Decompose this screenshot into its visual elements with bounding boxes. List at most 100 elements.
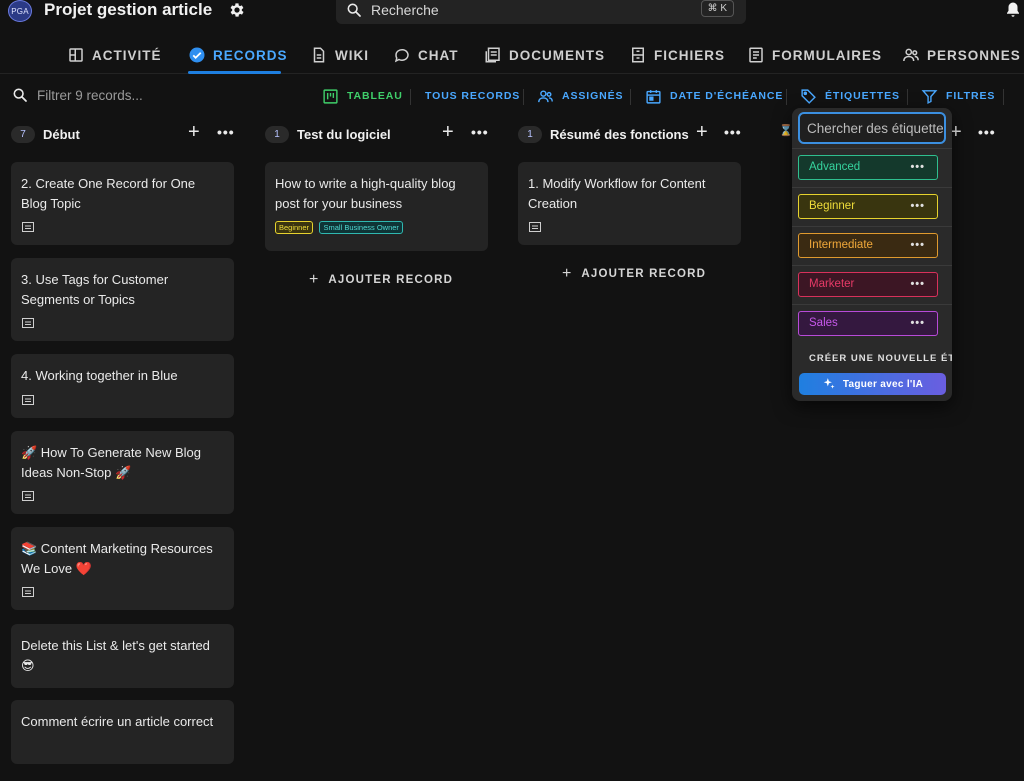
tab-records[interactable]: RECORDS: [188, 44, 288, 66]
add-record-plus-button[interactable]: +: [696, 122, 708, 142]
record-card[interactable]: 🚀 How To Generate New Blog Ideas Non-Sto…: [11, 431, 234, 514]
tab-wiki[interactable]: WIKI: [310, 44, 369, 66]
column-menu-button[interactable]: •••: [978, 122, 996, 142]
tab-label: FICHIERS: [654, 47, 726, 63]
tag-options-icon[interactable]: •••: [910, 273, 925, 295]
description-icon: [22, 222, 34, 232]
assigned-filter[interactable]: ASSIGNÉS: [537, 87, 623, 105]
tag-icon: [801, 88, 816, 104]
record-card[interactable]: 1. Modify Workflow for Content Creation: [518, 162, 741, 245]
create-tag-button[interactable]: CRÉER UNE NOUVELLE ÉTIQUETTE: [809, 353, 952, 364]
record-card[interactable]: 2. Create One Record for One Blog Topic: [11, 162, 234, 245]
filter-records-input[interactable]: Filtrer 9 records...: [37, 88, 143, 103]
record-card[interactable]: 📚 Content Marketing Resources We Love ❤️: [11, 527, 234, 610]
plus-icon: +: [562, 265, 572, 282]
toolbar-divider: [1003, 89, 1004, 105]
ai-tag-label: Taguer avec l'IA: [842, 378, 924, 390]
tags-label: ÉTIQUETTES: [825, 90, 900, 102]
tag-chip[interactable]: Beginner •••: [798, 194, 938, 219]
tag-chip: Small Business Owner: [319, 221, 403, 234]
gear-icon[interactable]: [228, 1, 246, 19]
tab-label: RECORDS: [213, 47, 288, 63]
column-header-debut: 7 Début: [11, 124, 80, 144]
toolbar-divider: [786, 89, 787, 105]
record-card[interactable]: 3. Use Tags for Customer Segments or Top…: [11, 258, 234, 341]
records-toolbar: Filtrer 9 records... TABLEAU TOUS RECORD…: [0, 78, 1024, 112]
column-header-resume-des-fonctions: 1 Résumé des fonctions: [518, 124, 689, 144]
bell-icon[interactable]: [1004, 1, 1022, 19]
chat-bubble-icon: [394, 48, 409, 63]
tag-option-advanced[interactable]: Advanced •••: [792, 148, 952, 187]
add-record-button[interactable]: + AJOUTER RECORD: [562, 265, 706, 283]
add-record-label: AJOUTER RECORD: [328, 274, 454, 286]
tag-label: Sales: [809, 317, 838, 329]
tab-activite[interactable]: ACTIVITÉ: [67, 44, 162, 66]
tab-chat[interactable]: CHAT: [393, 44, 459, 66]
tag-option-marketer[interactable]: Marketer •••: [792, 265, 952, 304]
column-menu-button[interactable]: •••: [724, 122, 742, 142]
tab-label: PERSONNES: [927, 47, 1021, 63]
ai-tag-button[interactable]: Taguer avec l'IA: [799, 373, 946, 395]
record-title: 3. Use Tags for Customer Segments or Top…: [21, 272, 169, 307]
tags-filter[interactable]: ÉTIQUETTES: [800, 87, 900, 105]
tag-options-icon[interactable]: •••: [910, 234, 925, 256]
section-tabs: ACTIVITÉ RECORDS WIKI CHAT DOCUMENTS FIC…: [0, 40, 1024, 74]
tab-label: CHAT: [418, 47, 459, 63]
description-icon: [529, 222, 541, 232]
calendar-icon: [646, 89, 661, 104]
due-date-label: DATE D'ÉCHÉANCE: [670, 90, 784, 102]
all-records-filter[interactable]: TOUS RECORDS: [425, 87, 520, 105]
record-card[interactable]: 4. Working together in Blue: [11, 354, 234, 418]
cabinet-icon: [632, 47, 644, 63]
tab-documents[interactable]: DOCUMENTS: [484, 44, 605, 66]
record-title: 🚀 How To Generate New Blog Ideas Non-Sto…: [21, 445, 201, 480]
description-icon: [22, 587, 34, 597]
tag-label: Beginner: [809, 200, 856, 212]
column-title[interactable]: Test du logiciel: [297, 127, 391, 142]
record-card[interactable]: How to write a high-quality blog post fo…: [265, 162, 488, 251]
tab-formulaires[interactable]: FORMULAIRES: [747, 44, 882, 66]
funnel-icon: [921, 89, 938, 104]
search-placeholder: Recherche: [371, 2, 439, 18]
record-title: 2. Create One Record for One Blog Topic: [21, 176, 196, 211]
tag-search-input[interactable]: [800, 114, 944, 142]
add-record-plus-button[interactable]: +: [442, 122, 454, 142]
record-title: 1. Modify Workflow for Content Creation: [528, 176, 706, 211]
tab-fichiers[interactable]: FICHIERS: [629, 44, 725, 66]
project-title[interactable]: Projet gestion article: [44, 0, 212, 20]
column-title[interactable]: Début: [43, 127, 80, 142]
people-icon: [538, 89, 553, 102]
tag-search-field[interactable]: [798, 112, 946, 144]
tag-chip[interactable]: Sales •••: [798, 311, 938, 336]
add-record-button[interactable]: + AJOUTER RECORD: [309, 271, 453, 289]
record-card[interactable]: Delete this List & let's get started 😎: [11, 624, 234, 688]
tag-picker-dropdown: Advanced ••• Beginner ••• Intermediate •…: [792, 108, 952, 401]
record-card[interactable]: Comment écrire un article correct: [11, 700, 234, 764]
tag-options-icon[interactable]: •••: [910, 195, 925, 217]
due-date-filter[interactable]: DATE D'ÉCHÉANCE: [645, 87, 783, 105]
column-menu-button[interactable]: •••: [217, 122, 235, 142]
tag-chip[interactable]: Marketer •••: [798, 272, 938, 297]
tag-option-sales[interactable]: Sales •••: [792, 304, 952, 343]
global-search[interactable]: Recherche ⌘ K: [336, 0, 746, 24]
filters-button[interactable]: FILTRES: [921, 87, 995, 105]
tag-option-beginner[interactable]: Beginner •••: [792, 187, 952, 226]
sparkle-icon: [823, 378, 835, 389]
column-menu-button[interactable]: •••: [471, 122, 489, 142]
documents-icon: [485, 47, 500, 63]
tag-chip[interactable]: Advanced •••: [798, 155, 938, 180]
tag-options-icon[interactable]: •••: [910, 156, 925, 178]
add-record-plus-button[interactable]: +: [188, 122, 200, 142]
column-title[interactable]: Résumé des fonctions: [550, 127, 689, 142]
tab-personnes[interactable]: PERSONNES: [902, 44, 1021, 66]
tag-option-intermediate[interactable]: Intermediate •••: [792, 226, 952, 265]
tab-label: FORMULAIRES: [772, 47, 882, 63]
tab-label: WIKI: [335, 47, 369, 63]
record-tags: Beginner Small Business Owner: [275, 217, 478, 235]
project-avatar[interactable]: PGA: [8, 0, 32, 22]
view-switch-board[interactable]: TABLEAU: [322, 87, 403, 105]
tag-label: Advanced: [809, 161, 861, 173]
description-icon: [22, 395, 34, 405]
tag-options-icon[interactable]: •••: [910, 312, 925, 334]
tag-chip[interactable]: Intermediate •••: [798, 233, 938, 258]
